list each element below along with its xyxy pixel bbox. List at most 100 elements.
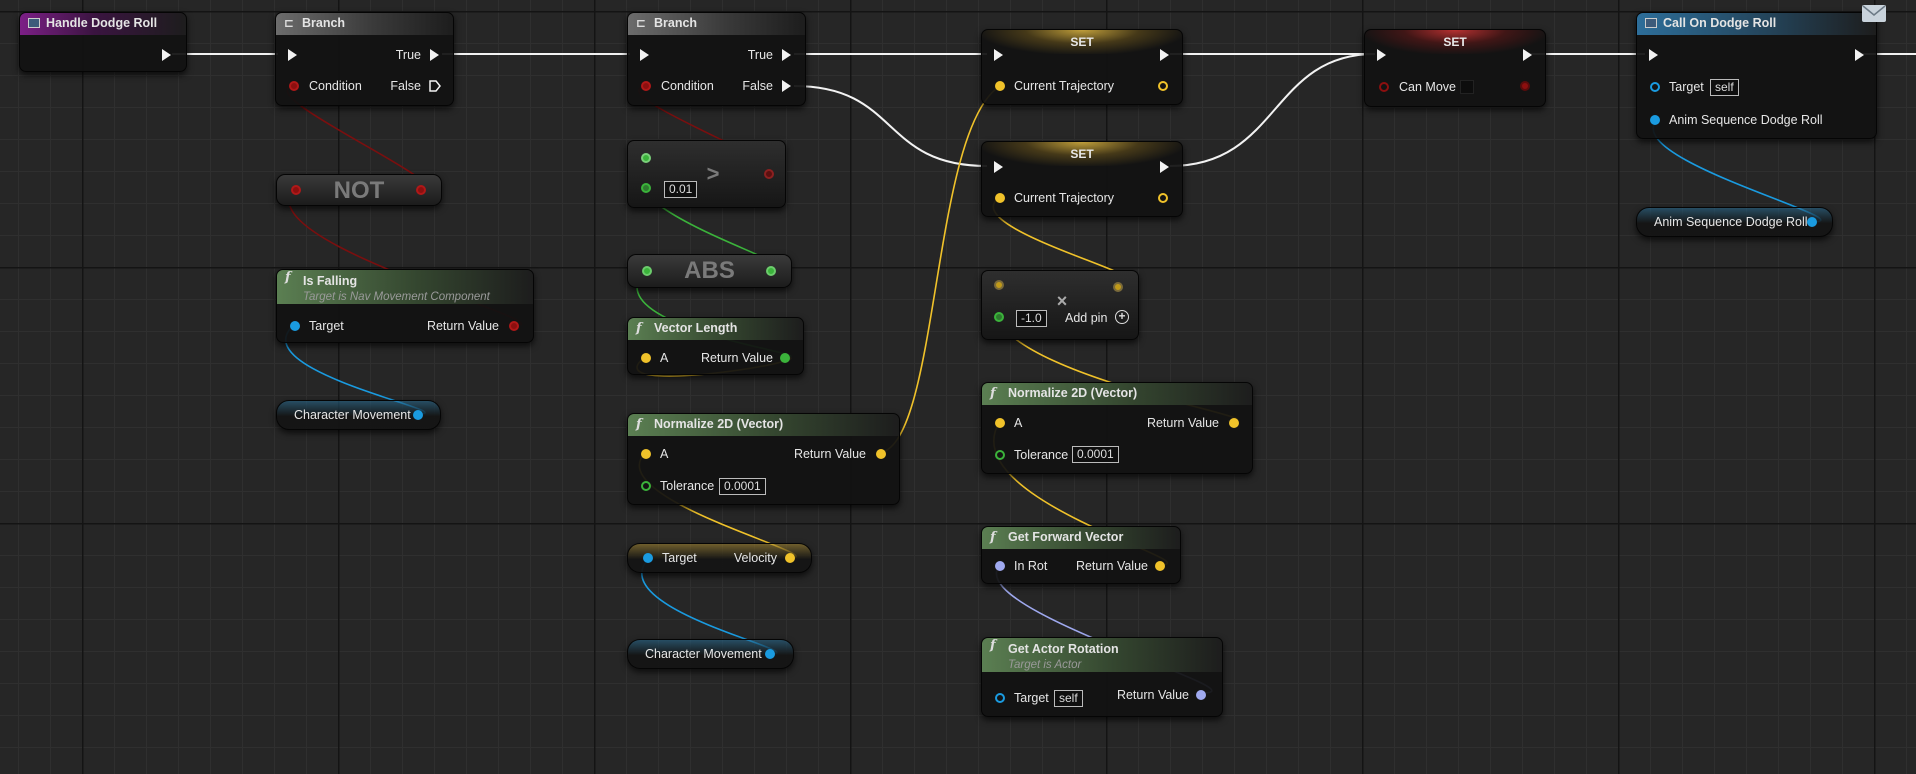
call-on-dodge-roll-node[interactable]: Call On Dodge Roll Target self Anim Sequ… <box>1636 12 1877 139</box>
target-field[interactable]: self <box>1710 79 1739 96</box>
return-pin[interactable] <box>1196 690 1206 700</box>
return-pin[interactable] <box>876 449 886 459</box>
output-pin[interactable] <box>1113 282 1123 292</box>
exec-false-pin[interactable] <box>782 80 791 92</box>
normalize-2d-node-2[interactable]: f Normalize 2D (Vector) A Return Value To… <box>981 382 1253 474</box>
in-rot-pin[interactable] <box>995 561 1005 571</box>
tolerance-pin[interactable] <box>641 481 651 491</box>
not-input-pin[interactable] <box>291 185 301 195</box>
is-falling-node[interactable]: f Is Falling Target is Nav Movement Compon… <box>276 269 534 343</box>
return-pin[interactable] <box>1155 561 1165 571</box>
set-current-trajectory-node-2[interactable]: SET Current Trajectory <box>981 141 1183 217</box>
exec-out-pin[interactable] <box>1855 49 1864 61</box>
target-pin[interactable] <box>290 321 300 331</box>
input-a-pin[interactable] <box>641 449 651 459</box>
input-b-pin[interactable] <box>641 183 651 193</box>
exec-in-pin[interactable] <box>640 49 649 61</box>
tolerance-field[interactable]: 0.0001 <box>1072 446 1119 463</box>
multiply-node[interactable]: × -1.0 Add pin + <box>981 270 1139 340</box>
greater-symbol: > <box>706 161 720 186</box>
exec-true-pin[interactable] <box>430 49 439 61</box>
add-pin-label[interactable]: Add pin <box>1065 311 1107 325</box>
multiplier-field[interactable]: -1.0 <box>1016 310 1047 327</box>
exec-out-pin[interactable] <box>1523 49 1532 61</box>
event-icon <box>28 18 40 28</box>
input-a-pin[interactable] <box>641 353 651 363</box>
function-icon: f <box>990 386 996 401</box>
exec-false-pin[interactable] <box>429 80 441 92</box>
current-trajectory-in-pin[interactable] <box>995 193 1005 203</box>
exec-in-pin[interactable] <box>1649 49 1658 61</box>
output-pin[interactable] <box>413 410 423 420</box>
anim-sequence-dodge-roll-getter[interactable]: Anim Sequence Dodge Roll <box>1636 207 1833 237</box>
get-actor-rotation-node[interactable]: f Get Actor Rotation Target is Actor Targe… <box>981 637 1223 717</box>
false-label: False <box>390 79 421 93</box>
input-a-pin[interactable] <box>995 418 1005 428</box>
input-b-pin[interactable] <box>994 312 1004 322</box>
exec-in-pin[interactable] <box>1377 49 1386 61</box>
condition-pin[interactable] <box>641 81 651 91</box>
condition-pin[interactable] <box>289 81 299 91</box>
output-pin[interactable] <box>766 266 776 276</box>
exec-out-pin[interactable] <box>162 49 171 61</box>
return-pin[interactable] <box>509 321 519 331</box>
input-a-pin[interactable] <box>641 153 651 163</box>
output-pin[interactable] <box>764 169 774 179</box>
threshold-field[interactable]: 0.01 <box>664 181 698 198</box>
node-header: ⊏ Branch <box>276 13 453 35</box>
target-pin[interactable] <box>1650 82 1660 92</box>
can-move-in-pin[interactable] <box>1379 82 1389 92</box>
exec-in-pin[interactable] <box>288 49 297 61</box>
normalize-2d-node-1[interactable]: f Normalize 2D (Vector) A Return Value To… <box>627 413 900 505</box>
node-subtitle: Target is Actor <box>1008 659 1082 671</box>
velocity-getter-node[interactable]: Target Velocity <box>627 543 812 573</box>
input-a-pin[interactable] <box>994 280 1004 290</box>
vector-length-node[interactable]: f Vector Length A Return Value <box>627 317 804 375</box>
exec-true-pin[interactable] <box>782 49 791 61</box>
target-label: Target <box>1669 80 1704 94</box>
function-icon: f <box>990 530 996 545</box>
get-forward-vector-node[interactable]: f Get Forward Vector In Rot Return Value <box>981 526 1181 584</box>
exec-out-pin[interactable] <box>1160 49 1169 61</box>
set-current-trajectory-node-1[interactable]: SET Current Trajectory <box>981 29 1183 105</box>
node-title: Is Falling <box>303 274 358 288</box>
node-header: ⊏ Branch <box>628 13 805 35</box>
target-field[interactable]: self <box>1054 690 1083 707</box>
current-trajectory-out-pin[interactable] <box>1158 81 1168 91</box>
event-node-handle-dodge-roll[interactable]: Handle Dodge Roll <box>19 12 187 72</box>
target-pin[interactable] <box>643 553 653 563</box>
output-pin[interactable] <box>1807 217 1817 227</box>
input-pin[interactable] <box>642 266 652 276</box>
exec-out-pin[interactable] <box>1160 161 1169 173</box>
not-output-pin[interactable] <box>416 185 426 195</box>
set-can-move-node[interactable]: SET Can Move <box>1364 29 1546 107</box>
can-move-out-pin[interactable] <box>1520 81 1530 91</box>
not-node[interactable]: NOT <box>276 174 442 206</box>
tolerance-field[interactable]: 0.0001 <box>719 478 766 495</box>
can-move-checkbox[interactable] <box>1460 80 1474 94</box>
exec-in-pin[interactable] <box>994 49 1003 61</box>
velocity-pin[interactable] <box>785 553 795 563</box>
exec-in-pin[interactable] <box>994 161 1003 173</box>
current-trajectory-in-pin[interactable] <box>995 81 1005 91</box>
plus-circle-icon[interactable]: + <box>1115 310 1129 324</box>
anim-sequence-pin[interactable] <box>1650 115 1660 125</box>
return-pin[interactable] <box>780 353 790 363</box>
node-subtitle: Target is Nav Movement Component <box>303 291 490 303</box>
a-label: A <box>660 447 669 461</box>
greater-than-node[interactable]: 0.01 > <box>627 140 786 208</box>
velocity-label: Velocity <box>733 551 777 565</box>
branch-node-1[interactable]: ⊏ Branch True Condition False <box>275 12 454 106</box>
character-movement-getter-2[interactable]: Character Movement <box>627 639 794 669</box>
function-icon: f <box>285 270 291 285</box>
target-pin[interactable] <box>995 693 1005 703</box>
abs-node[interactable]: ABS <box>627 254 792 288</box>
var-label: Character Movement <box>294 408 411 422</box>
tolerance-pin[interactable] <box>995 450 1005 460</box>
character-movement-getter-1[interactable]: Character Movement <box>276 400 441 430</box>
current-trajectory-out-pin[interactable] <box>1158 193 1168 203</box>
node-title: Get Actor Rotation <box>1008 642 1119 656</box>
output-pin[interactable] <box>765 649 775 659</box>
branch-node-2[interactable]: ⊏ Branch True Condition False <box>627 12 806 106</box>
return-pin[interactable] <box>1229 418 1239 428</box>
